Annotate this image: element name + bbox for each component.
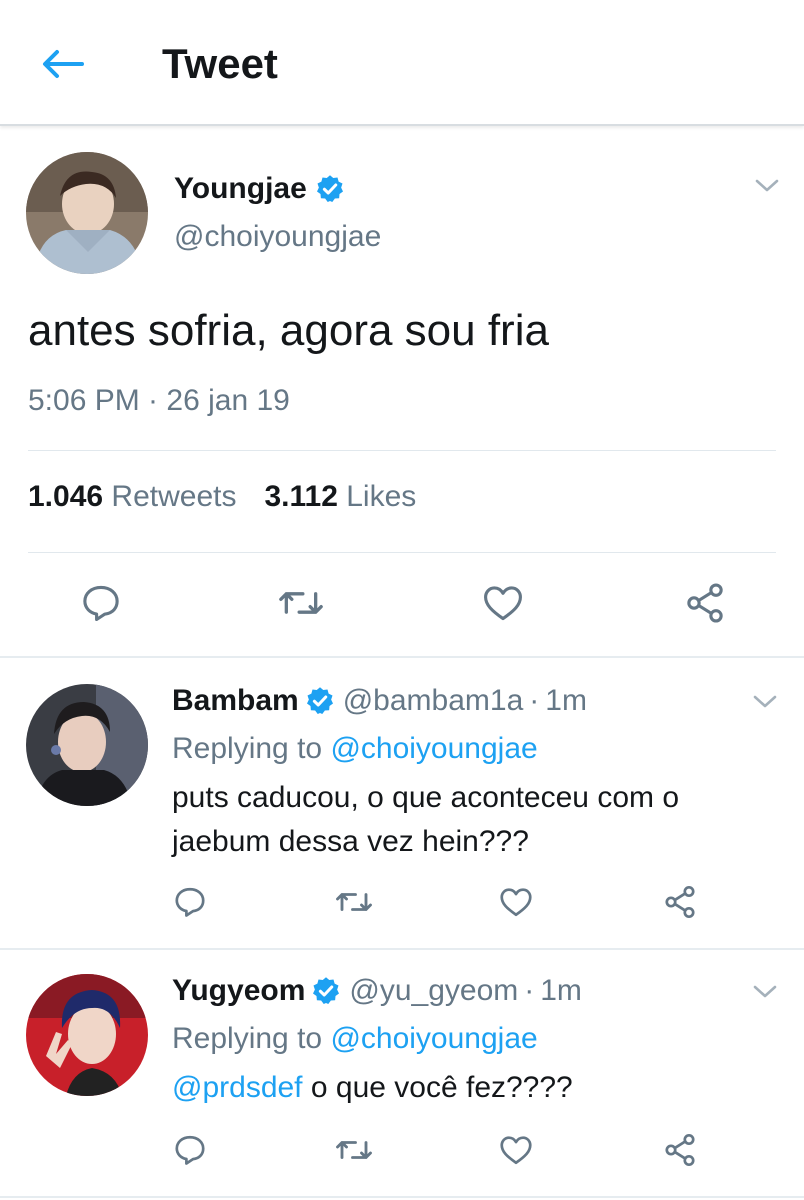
chevron-down-icon[interactable] [750, 692, 780, 712]
share-icon [665, 1133, 695, 1167]
reply-button[interactable] [76, 578, 126, 628]
reply-text: @prdsdef o que você fez???? [172, 1066, 772, 1110]
like-button[interactable] [496, 882, 536, 922]
reply-text-line: puts caducou, o que aconteceu com o [172, 781, 680, 814]
back-button[interactable] [36, 42, 88, 86]
replying-to-link[interactable]: @choiyoungjae [330, 732, 537, 765]
author-name[interactable]: Bambam [172, 684, 299, 718]
reply-time: 1m [540, 974, 582, 1007]
reply-icon [175, 887, 205, 917]
author-handle[interactable]: @yu_gyeom [349, 974, 518, 1008]
chevron-down-icon[interactable] [752, 176, 782, 196]
retweets-label: Retweets [111, 480, 237, 513]
retweets-stat[interactable]: 1.046 Retweets [28, 480, 236, 514]
share-icon [687, 583, 723, 623]
avatar-image [26, 684, 148, 806]
reply-header: Yugyeom @yu_gyeom · 1m [172, 974, 582, 1008]
reply-time: 1m [545, 684, 587, 717]
like-button[interactable] [496, 1130, 536, 1170]
likes-stat[interactable]: 3.112 Likes [264, 480, 416, 514]
like-icon [484, 586, 522, 621]
avatar[interactable] [26, 152, 148, 274]
retweet-icon [279, 592, 323, 614]
share-icon [665, 885, 695, 919]
top-app-bar: Tweet [0, 0, 804, 126]
chevron-down-icon[interactable] [750, 982, 780, 1002]
verified-badge-icon [306, 687, 333, 714]
verified-badge-icon [313, 977, 340, 1004]
author-name[interactable]: Yugyeom [172, 974, 305, 1008]
reply-text: puts caducou, o que aconteceu com o jaeb… [172, 776, 772, 864]
tweet-timestamp: 5:06 PM · 26 jan 19 [28, 384, 290, 417]
reply-tweet[interactable]: Yugyeom @yu_gyeom · 1m Replying to @choi… [0, 950, 804, 1198]
separator: · [524, 974, 535, 1007]
author-name-text: Youngjae [174, 172, 307, 205]
avatar-image [26, 152, 148, 274]
share-button[interactable] [660, 1130, 700, 1170]
verified-badge-icon [316, 175, 343, 202]
like-icon [500, 888, 532, 917]
reply-button[interactable] [170, 1130, 210, 1170]
arrow-left-icon [43, 50, 84, 78]
replying-to-link[interactable]: @choiyoungjae [330, 1022, 537, 1055]
replying-to-label: Replying to [172, 732, 331, 765]
engagement-stats: 1.046 Retweets 3.112 Likes [28, 480, 416, 514]
like-button[interactable] [478, 578, 528, 628]
reply-header: Bambam @bambam1a · 1m [172, 684, 587, 718]
replying-to-label: Replying to [172, 1022, 331, 1055]
likes-count: 3.112 [264, 480, 338, 513]
tweet-text: antes sofria, agora sou fria [28, 306, 549, 355]
retweet-icon [336, 1141, 372, 1159]
author-handle[interactable]: @choiyoungjae [174, 220, 381, 254]
reply-text-line: jaebum dessa vez hein??? [172, 825, 529, 858]
retweet-icon [336, 893, 372, 911]
author-handle[interactable]: @bambam1a [343, 684, 524, 718]
retweets-count: 1.046 [28, 480, 104, 513]
likes-label: Likes [346, 480, 417, 513]
replying-to: Replying to @choiyoungjae [172, 1022, 538, 1056]
mention-link[interactable]: @prdsdef [172, 1071, 303, 1104]
avatar[interactable] [26, 684, 148, 806]
like-icon [500, 1136, 532, 1165]
retweet-button[interactable] [334, 1130, 374, 1170]
avatar[interactable] [26, 974, 148, 1096]
reply-icon [175, 1135, 205, 1165]
reply-tweet[interactable]: Bambam @bambam1a · 1m Replying to @choiy… [0, 660, 804, 950]
replying-to: Replying to @choiyoungjae [172, 732, 538, 766]
share-button[interactable] [660, 882, 700, 922]
main-tweet: Youngjae @choiyoungjae antes sofria, ago… [0, 128, 804, 658]
avatar-image [26, 974, 148, 1096]
reply-text-content: o que você fez???? [302, 1071, 573, 1104]
share-button[interactable] [680, 578, 730, 628]
page-title: Tweet [162, 40, 278, 87]
reply-icon [83, 585, 119, 622]
separator: · [529, 684, 540, 717]
divider [28, 552, 776, 553]
author-name[interactable]: Youngjae [174, 172, 345, 206]
retweet-button[interactable] [276, 578, 326, 628]
retweet-button[interactable] [334, 882, 374, 922]
reply-button[interactable] [170, 882, 210, 922]
divider [28, 450, 776, 451]
